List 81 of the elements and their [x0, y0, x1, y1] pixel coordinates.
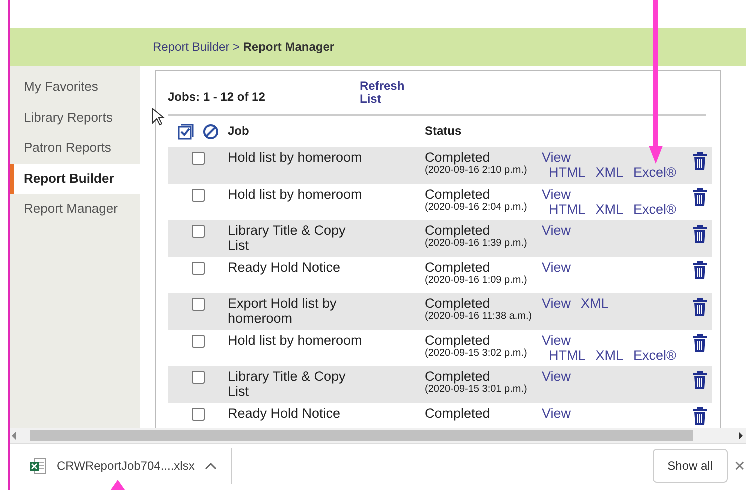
- status-text: Completed: [425, 150, 490, 165]
- sidebar-item[interactable]: Patron Reports: [10, 133, 140, 164]
- show-all-button[interactable]: Show all: [652, 449, 728, 483]
- cursor-icon: [152, 108, 166, 127]
- trash-icon[interactable]: [692, 224, 708, 243]
- trash-icon[interactable]: [692, 152, 708, 170]
- checkbox[interactable]: [192, 152, 204, 165]
- close-button[interactable]: ✕: [728, 456, 746, 476]
- job-name: Export Hold list by homeroom: [228, 296, 338, 326]
- download-link[interactable]: XML: [596, 202, 624, 216]
- download-link[interactable]: HTML: [549, 165, 586, 180]
- status-text: Completed: [425, 406, 490, 420]
- download-link[interactable]: HTML: [549, 348, 586, 362]
- download-link[interactable]: XML: [596, 348, 624, 362]
- status-time: (2020-09-16 1:39 p.m.): [425, 238, 528, 250]
- breadcrumb-link[interactable]: Report Builder: [153, 38, 230, 56]
- job-name: Hold list by homeroom: [228, 332, 364, 348]
- checkbox[interactable]: [192, 334, 204, 348]
- sidebar-item[interactable]: Library Reports: [10, 102, 140, 133]
- checkbox[interactable]: [192, 298, 204, 311]
- job-name: Ready Hold Notice: [228, 406, 342, 420]
- download-link[interactable]: Excel®: [634, 348, 676, 362]
- download-link[interactable]: View: [542, 260, 572, 274]
- status-time: (2020-09-16 1:09 p.m.): [425, 274, 528, 286]
- download-link[interactable]: View: [542, 150, 572, 165]
- download-link[interactable]: Excel®: [634, 165, 676, 180]
- download-link[interactable]: XML: [596, 165, 624, 180]
- status-time: (2020-09-15 3:01 p.m.): [425, 384, 528, 396]
- download-link[interactable]: View: [542, 296, 572, 311]
- trash-icon[interactable]: [692, 334, 708, 352]
- spreadsheet-file-icon: [30, 458, 47, 474]
- status-text: Completed: [425, 369, 490, 384]
- select-all-icon[interactable]: [178, 124, 194, 140]
- checkbox[interactable]: [192, 262, 204, 274]
- checkbox[interactable]: [192, 225, 204, 238]
- trash-icon[interactable]: [692, 188, 708, 206]
- breadcrumb-current: Report Manager: [243, 39, 335, 56]
- trash-icon[interactable]: [692, 298, 708, 316]
- job-name: Hold list by homeroom: [228, 186, 364, 202]
- status-time: (2020-09-16 11:38 a.m.): [425, 311, 534, 323]
- job-name: Hold list by homeroom: [228, 150, 364, 165]
- column-header: Status: [425, 124, 463, 139]
- status-time: (2020-09-16 2:04 p.m.): [425, 202, 528, 214]
- job-name: Ready Hold Notice: [228, 260, 342, 274]
- checkbox[interactable]: [192, 371, 204, 384]
- scrollbar-thumb[interactable]: [30, 430, 693, 441]
- status-text: Completed: [425, 260, 490, 274]
- sidebar-item[interactable]: Report Manager: [10, 194, 140, 224]
- checkbox[interactable]: [192, 408, 204, 420]
- download-link[interactable]: Excel®: [634, 202, 676, 216]
- download-item[interactable]: CRWReportJob704....xlsx: [10, 448, 231, 484]
- job-name: Library Title & Copy List: [228, 223, 347, 253]
- scroll-right-icon[interactable]: [736, 430, 746, 442]
- download-link[interactable]: View: [542, 406, 572, 420]
- sidebar-item[interactable]: My Favorites: [10, 72, 140, 102]
- download-link[interactable]: View: [542, 369, 572, 384]
- download-link[interactable]: View: [542, 332, 572, 348]
- download-link[interactable]: XML: [581, 296, 609, 311]
- deselect-icon[interactable]: [202, 124, 218, 140]
- job-name: Library Title & Copy List: [228, 369, 347, 399]
- refresh-link[interactable]: Refresh List: [360, 80, 410, 106]
- download-link[interactable]: View: [542, 186, 572, 202]
- sidebar-item[interactable]: Report Builder: [10, 164, 140, 194]
- trash-icon[interactable]: [692, 261, 708, 280]
- status-time: (2020-09-16 2:10 p.m.): [425, 165, 528, 177]
- annotation-arrow: [111, 480, 125, 490]
- status-text: Completed: [425, 186, 490, 202]
- file-name: CRWReportJob704....xlsx: [57, 458, 195, 475]
- jobs-count: Jobs: 1 - 12 of 12: [168, 88, 266, 106]
- trash-icon[interactable]: [692, 407, 708, 426]
- checkbox[interactable]: [192, 188, 204, 202]
- breadcrumb-separator: >: [232, 39, 240, 56]
- status-text: Completed: [425, 296, 490, 311]
- status-time: (2020-09-15 3:02 p.m.): [425, 348, 528, 360]
- caret-icon[interactable]: [204, 462, 217, 470]
- download-link[interactable]: View: [542, 223, 572, 238]
- status-text: Completed: [425, 332, 490, 348]
- column-header: Job: [228, 124, 250, 139]
- download-link[interactable]: HTML: [549, 202, 586, 216]
- status-text: Completed: [425, 223, 490, 238]
- trash-icon[interactable]: [692, 370, 708, 389]
